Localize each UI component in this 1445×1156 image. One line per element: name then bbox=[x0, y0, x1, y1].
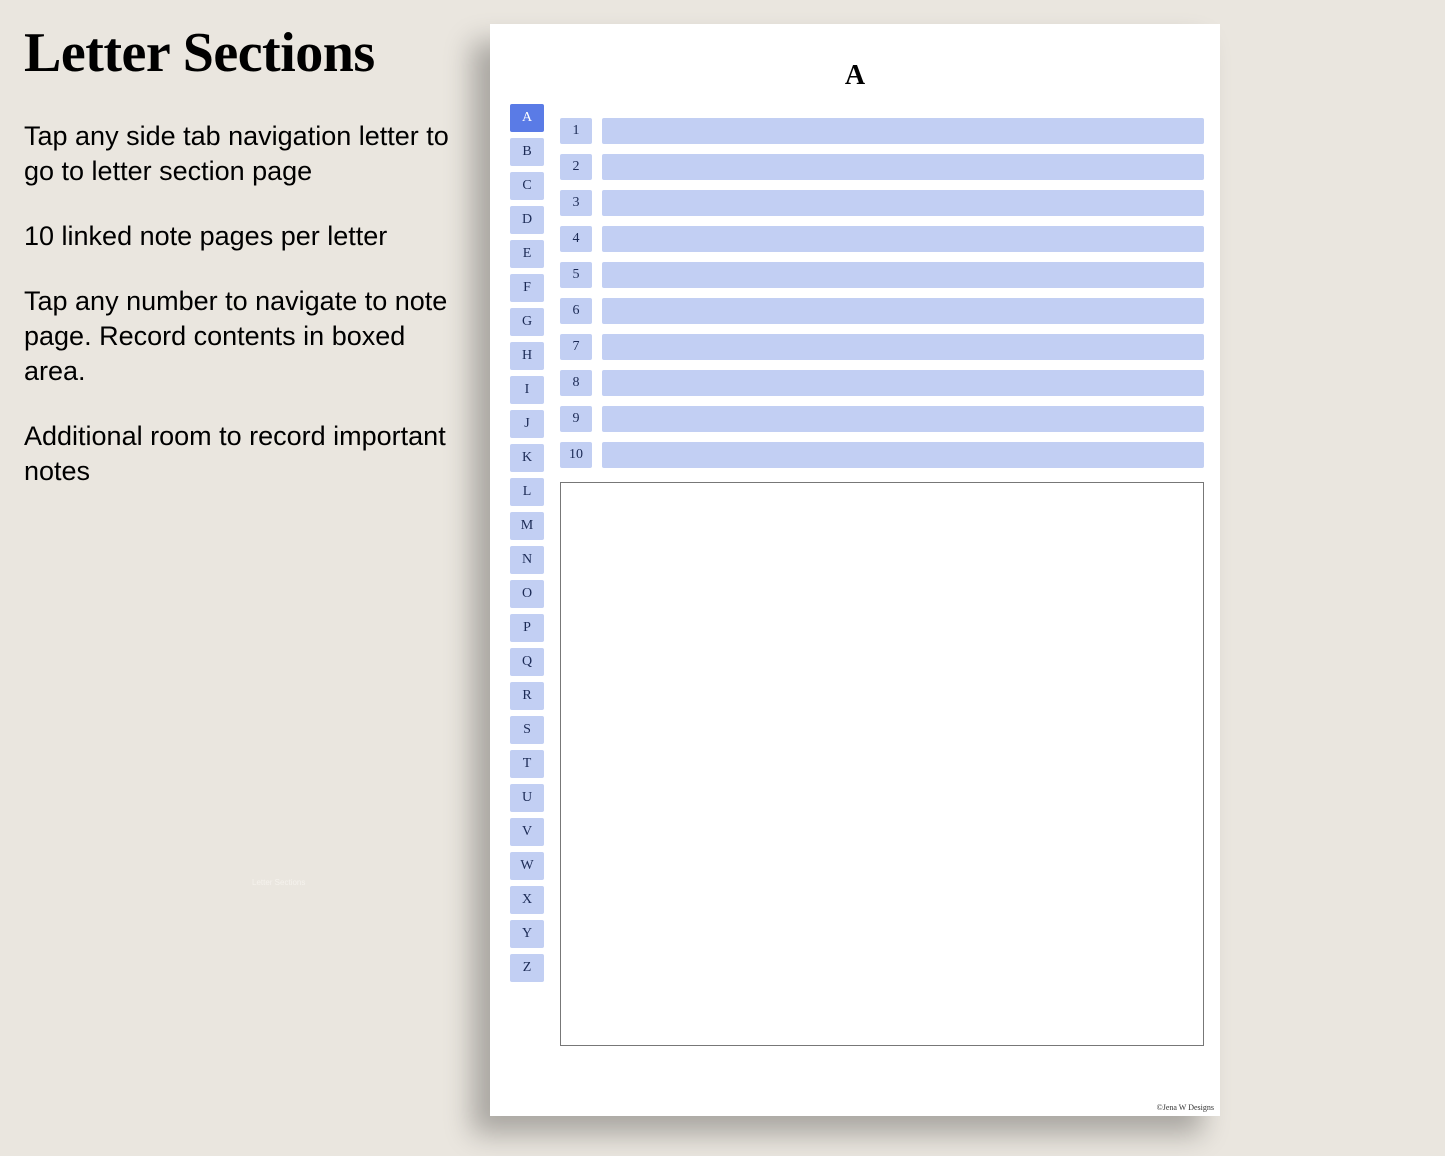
letter-tab-l[interactable]: L bbox=[510, 478, 544, 506]
note-number-1[interactable]: 1 bbox=[560, 118, 592, 144]
letter-tab-c[interactable]: C bbox=[510, 172, 544, 200]
letter-tab-u[interactable]: U bbox=[510, 784, 544, 812]
letter-tab-d[interactable]: D bbox=[510, 206, 544, 234]
note-row: 2 bbox=[560, 154, 1204, 180]
watermark: Letter Sections bbox=[252, 878, 305, 887]
letter-tab-g[interactable]: G bbox=[510, 308, 544, 336]
note-entry-field[interactable] bbox=[602, 190, 1204, 216]
note-row: 8 bbox=[560, 370, 1204, 396]
credit-text: ©Jena W Designs bbox=[1157, 1103, 1214, 1112]
letter-tab-h[interactable]: H bbox=[510, 342, 544, 370]
letter-tab-n[interactable]: N bbox=[510, 546, 544, 574]
letter-tab-a[interactable]: A bbox=[510, 104, 544, 132]
note-entry-field[interactable] bbox=[602, 262, 1204, 288]
note-entry-field[interactable] bbox=[602, 154, 1204, 180]
letter-tab-e[interactable]: E bbox=[510, 240, 544, 268]
note-row: 7 bbox=[560, 334, 1204, 360]
note-number-6[interactable]: 6 bbox=[560, 298, 592, 324]
info-panel: Letter Sections Tap any side tab navigat… bbox=[24, 24, 454, 520]
letter-tab-f[interactable]: F bbox=[510, 274, 544, 302]
letter-tab-nav: ABCDEFGHIJKLMNOPQRSTUVWXYZ bbox=[510, 104, 544, 982]
note-row: 5 bbox=[560, 262, 1204, 288]
note-entry-field[interactable] bbox=[602, 226, 1204, 252]
info-paragraph-1: Tap any side tab navigation letter to go… bbox=[24, 119, 454, 189]
note-number-3[interactable]: 3 bbox=[560, 190, 592, 216]
letter-tab-v[interactable]: V bbox=[510, 818, 544, 846]
letter-tab-q[interactable]: Q bbox=[510, 648, 544, 676]
section-title: Letter Sections bbox=[24, 24, 454, 83]
note-number-4[interactable]: 4 bbox=[560, 226, 592, 252]
letter-tab-x[interactable]: X bbox=[510, 886, 544, 914]
info-paragraph-4: Additional room to record important note… bbox=[24, 419, 454, 489]
note-row: 6 bbox=[560, 298, 1204, 324]
note-entry-field[interactable] bbox=[602, 118, 1204, 144]
note-row: 1 bbox=[560, 118, 1204, 144]
note-number-10[interactable]: 10 bbox=[560, 442, 592, 468]
note-entry-field[interactable] bbox=[602, 370, 1204, 396]
note-number-9[interactable]: 9 bbox=[560, 406, 592, 432]
note-row: 10 bbox=[560, 442, 1204, 468]
notes-area[interactable] bbox=[560, 482, 1204, 1046]
letter-tab-i[interactable]: I bbox=[510, 376, 544, 404]
note-row: 3 bbox=[560, 190, 1204, 216]
letter-tab-j[interactable]: J bbox=[510, 410, 544, 438]
letter-tab-s[interactable]: S bbox=[510, 716, 544, 744]
letter-tab-k[interactable]: K bbox=[510, 444, 544, 472]
note-entry-field[interactable] bbox=[602, 406, 1204, 432]
info-paragraph-3: Tap any number to navigate to note page.… bbox=[24, 284, 454, 389]
letter-tab-w[interactable]: W bbox=[510, 852, 544, 880]
note-entry-field[interactable] bbox=[602, 298, 1204, 324]
letter-tab-z[interactable]: Z bbox=[510, 954, 544, 982]
letter-tab-b[interactable]: B bbox=[510, 138, 544, 166]
info-paragraph-2: 10 linked note pages per letter bbox=[24, 219, 454, 254]
note-number-8[interactable]: 8 bbox=[560, 370, 592, 396]
letter-tab-p[interactable]: P bbox=[510, 614, 544, 642]
page-title: A bbox=[490, 60, 1220, 92]
note-link-rows: 1 2 3 4 5 6 7 8 9 10 bbox=[560, 118, 1204, 468]
note-row: 4 bbox=[560, 226, 1204, 252]
letter-tab-r[interactable]: R bbox=[510, 682, 544, 710]
note-row: 9 bbox=[560, 406, 1204, 432]
letter-section-page: A ABCDEFGHIJKLMNOPQRSTUVWXYZ 12345678910… bbox=[490, 24, 1220, 1116]
note-entry-field[interactable] bbox=[602, 442, 1204, 468]
letter-tab-o[interactable]: O bbox=[510, 580, 544, 608]
note-number-5[interactable]: 5 bbox=[560, 262, 592, 288]
note-number-7[interactable]: 7 bbox=[560, 334, 592, 360]
note-entry-field[interactable] bbox=[602, 334, 1204, 360]
note-number-2[interactable]: 2 bbox=[560, 154, 592, 180]
letter-tab-y[interactable]: Y bbox=[510, 920, 544, 948]
letter-tab-m[interactable]: M bbox=[510, 512, 544, 540]
letter-tab-t[interactable]: T bbox=[510, 750, 544, 778]
